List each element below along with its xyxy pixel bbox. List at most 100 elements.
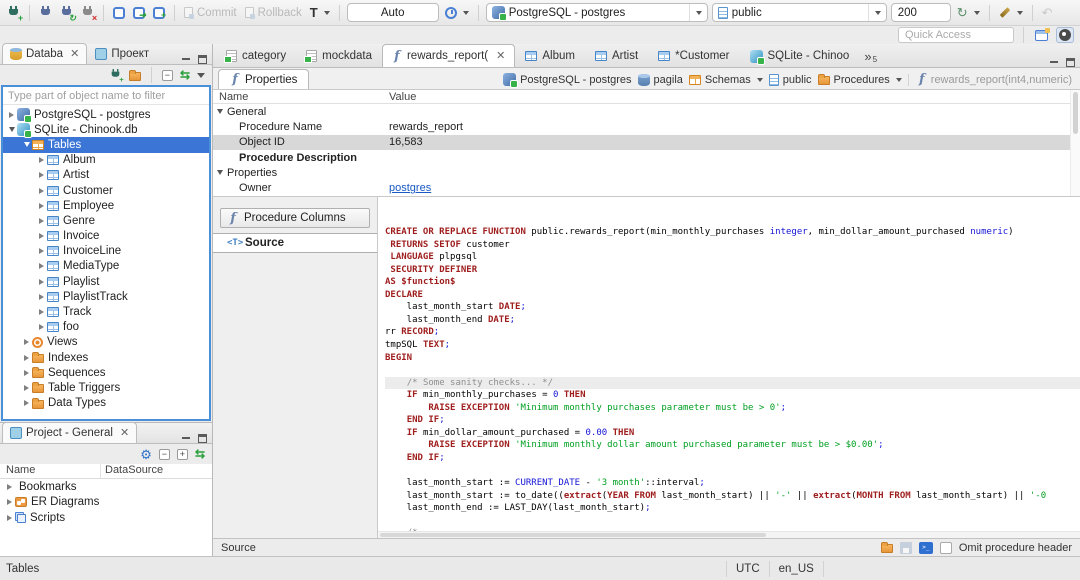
source-code[interactable]: CREATE OR REPLACE FUNCTION public.reward… [378,197,1080,538]
breadcrumb-item-public[interactable]: public [768,73,812,86]
tab-projects[interactable]: Проект [87,43,157,64]
fetch-size-input[interactable]: 200 [890,3,951,22]
twisty-icon[interactable] [36,309,47,316]
property-row-properties[interactable]: Properties [213,165,1080,180]
collapse-all-icon[interactable]: − [158,448,170,460]
disconnect-button[interactable]: × [79,4,97,22]
new-connection-button[interactable]: + [5,4,23,22]
twisty-icon[interactable] [36,278,47,285]
code-line-22[interactable]: last_month_start := to_date((extract(YEA… [385,490,1080,503]
twisty-icon[interactable] [36,187,47,194]
save-icon[interactable] [899,541,912,554]
code-line-19[interactable]: END IF; [385,452,1080,465]
twisty-icon[interactable] [36,172,47,179]
code-line-8[interactable]: last_month_end DATE; [385,314,1080,327]
dbeaver-perspective-button[interactable] [1056,27,1074,43]
twisty-icon[interactable] [6,111,17,118]
twisty-icon[interactable] [21,339,32,346]
project-item-bookmarks[interactable]: Bookmarks [0,479,212,495]
editor-tab-sqlite-chinoo[interactable]: SQLite - Chinoo [740,44,860,67]
code-line-7[interactable]: last_month_start DATE; [385,301,1080,314]
grid-column-name[interactable]: Name [213,91,389,103]
column-header-name[interactable]: Name [0,464,100,478]
twisty-icon[interactable] [36,263,47,270]
tab-overflow-button[interactable]: » 5 [859,49,882,67]
new-connection-icon[interactable]: + [110,69,124,83]
code-line-24[interactable] [385,515,1080,528]
new-folder-icon[interactable] [128,69,141,81]
tree-item-foo[interactable]: foo [3,320,209,335]
minimize-icon[interactable] [1049,58,1059,67]
breadcrumb-item-schemas[interactable]: Schemas [688,74,763,86]
open-sql-script-button[interactable]: ➜ [131,5,147,21]
code-line-13[interactable]: /* Some sanity checks... */ [385,376,1080,390]
undo-button[interactable]: ↶ [1040,4,1055,21]
twisty-icon[interactable] [21,142,32,148]
tree-item-artist[interactable]: Artist [3,168,209,183]
tree-item-tables[interactable]: Tables [3,137,209,153]
project-item-scripts[interactable]: Scripts [0,510,212,526]
tree-item-data-types[interactable]: Data Types [3,396,209,411]
twisty-icon[interactable] [36,293,47,300]
schema-select[interactable]: public [711,3,887,22]
twisty-icon[interactable] [4,514,15,521]
code-line-21[interactable]: last_month_start := CURRENT_DATE - '3 mo… [385,477,1080,490]
tree-item-genre[interactable]: Genre [3,213,209,228]
side-tab-procedure-columns[interactable]: f Procedure Columns [220,208,370,228]
link-with-editor-icon[interactable]: ⇆ [180,69,190,81]
chevron-down-icon[interactable] [756,77,763,82]
horizontal-scrollbar[interactable] [378,531,1080,538]
maximize-icon[interactable] [198,434,207,443]
mock-data-button[interactable] [997,5,1025,20]
code-line-20[interactable] [385,464,1080,477]
close-icon[interactable]: ✕ [120,427,129,439]
property-row-owner[interactable]: Owner postgres [213,180,1080,195]
tree-item-mediatype[interactable]: MediaType [3,259,209,274]
commit-mode-select[interactable]: Auto [346,3,439,22]
twisty-icon[interactable] [21,384,32,391]
auto-refresh-button[interactable]: ↻ [955,4,982,21]
sql-editor-button[interactable] [111,5,127,21]
schema-dropdown[interactable] [867,4,881,21]
omit-procedure-header-checkbox[interactable] [939,541,952,554]
property-row-general[interactable]: General [213,104,1080,119]
connect-button[interactable] [37,4,54,22]
connection-select[interactable]: PostgreSQL - postgres [485,3,708,22]
new-sql-editor-button[interactable]: + [151,5,167,21]
breadcrumb-item-pagila[interactable]: pagila [637,73,683,86]
gear-icon[interactable]: ⚙ [140,448,152,461]
code-line-15[interactable]: RAISE EXCEPTION 'Minimum monthly purchas… [385,402,1080,415]
twisty-icon[interactable] [4,499,15,506]
open-perspective-button[interactable] [1033,27,1050,43]
editor-tab-artist[interactable]: Artist [585,44,648,67]
breadcrumb-item-postgresql-postgres[interactable]: PostgreSQL - postgres [503,73,632,88]
editor-tab-category[interactable]: category [216,44,296,67]
chevron-down-icon[interactable] [217,170,223,176]
editor-tab-album[interactable]: Album [515,44,585,67]
grid-column-value[interactable]: Value [389,91,416,103]
status-locale[interactable]: en_US [768,560,824,577]
code-line-4[interactable]: SECURITY DEFINER [385,264,1080,277]
code-line-6[interactable]: DECLARE [385,289,1080,302]
chevron-down-icon[interactable] [895,77,902,82]
tree-item-postgresql-postgres[interactable]: PostgreSQL - postgres [3,107,209,124]
status-timezone[interactable]: UTC [726,560,769,577]
property-row-procedure-name[interactable]: Procedure Name rewards_report [213,119,1080,134]
code-line-5[interactable]: AS $function$ [385,276,1080,289]
transaction-log-button[interactable] [443,5,471,21]
close-icon[interactable]: ✕ [496,50,505,62]
code-line-10[interactable]: tmpSQL TEXT; [385,339,1080,352]
breadcrumb-item-procedures[interactable]: Procedures [817,74,902,86]
twisty-icon[interactable] [36,217,47,224]
twisty-icon[interactable] [21,354,32,361]
tab-project-general[interactable]: Project - General ✕ [2,422,138,443]
maximize-icon[interactable] [198,55,207,64]
owner-link[interactable]: postgres [389,182,431,194]
side-tab-source[interactable]: <T> Source [213,233,377,253]
code-line-14[interactable]: IF min_monthly_purchases = 0 THEN [385,389,1080,402]
twisty-icon[interactable] [36,157,47,164]
tree-item-playlisttrack[interactable]: PlaylistTrack [3,289,209,304]
tree-item-playlist[interactable]: Playlist [3,274,209,289]
tree-item-sqlite-chinook-db[interactable]: SQLite - Chinook.db [3,122,209,139]
twisty-icon[interactable] [21,400,32,407]
